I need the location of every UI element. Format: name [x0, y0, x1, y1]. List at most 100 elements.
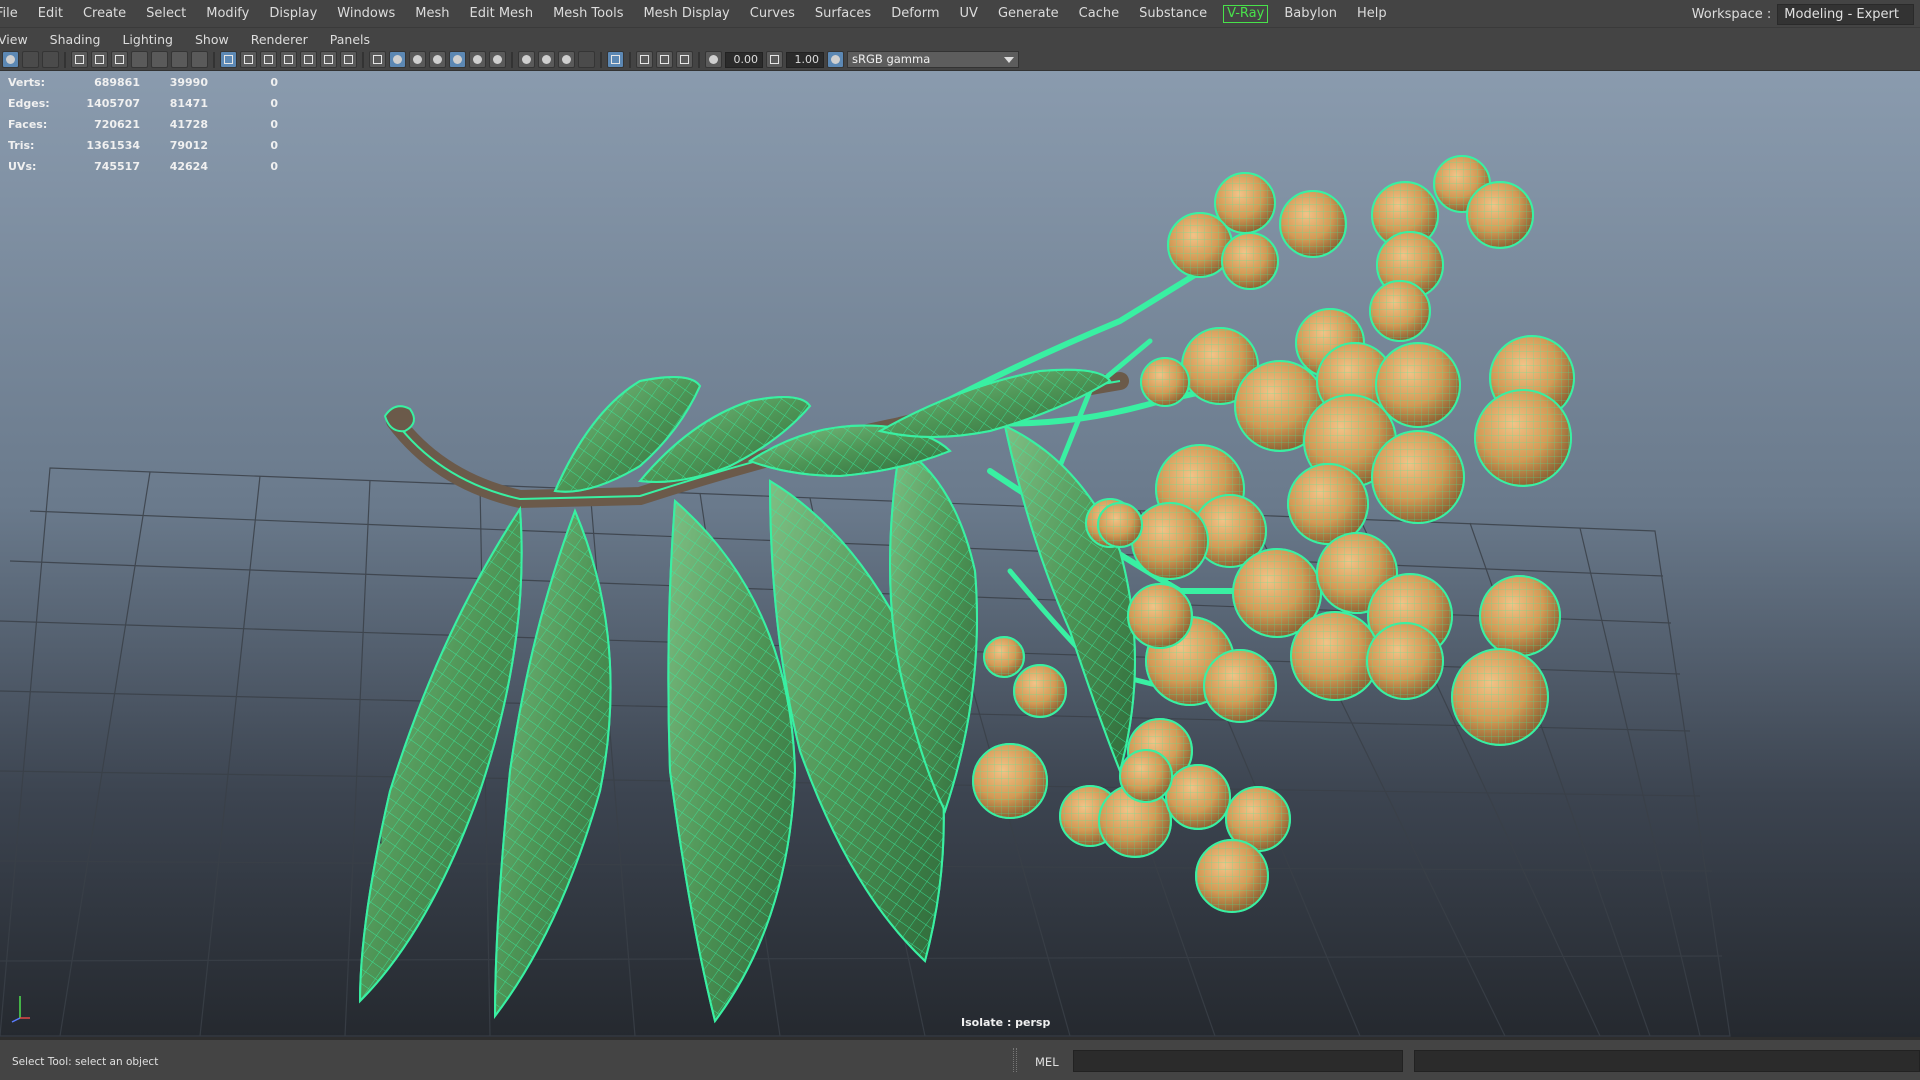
- hud-label: Edges:: [8, 97, 50, 110]
- toolbar-separator: [213, 51, 215, 68]
- menu-select[interactable]: Select: [136, 0, 196, 28]
- safe-action-icon[interactable]: [260, 51, 277, 68]
- field-chart-icon[interactable]: [240, 51, 257, 68]
- textured-icon[interactable]: [449, 51, 466, 68]
- axis-gizmo-icon: [11, 996, 30, 1023]
- panel-menu-renderer[interactable]: Renderer: [240, 32, 319, 47]
- menu-generate[interactable]: Generate: [988, 0, 1069, 28]
- menu-mesh[interactable]: Mesh: [405, 0, 459, 28]
- grid-icon[interactable]: [220, 51, 237, 68]
- camera-icon[interactable]: [71, 51, 88, 68]
- menu-list: File Edit Create Select Modify Display W…: [0, 0, 1397, 28]
- hud-components: 0: [270, 139, 278, 152]
- menu-curves[interactable]: Curves: [740, 0, 805, 28]
- film-gate-icon[interactable]: [91, 51, 108, 68]
- select-camera-icon[interactable]: [2, 51, 19, 68]
- menu-deform[interactable]: Deform: [881, 0, 949, 28]
- shadows-icon[interactable]: [489, 51, 506, 68]
- berry: [1369, 280, 1431, 342]
- resolution-gate-icon[interactable]: [111, 51, 128, 68]
- command-result-field: [1414, 1050, 1920, 1072]
- safe-title-icon[interactable]: [280, 51, 297, 68]
- viewport-camera-label: Isolate : persp: [961, 1016, 1051, 1029]
- gamma-field[interactable]: 1.00: [786, 51, 824, 68]
- hud-components: 0: [270, 76, 278, 89]
- mel-language-toggle[interactable]: MEL: [1035, 1055, 1059, 1069]
- menu-help[interactable]: Help: [1347, 0, 1397, 28]
- menu-display[interactable]: Display: [259, 0, 327, 28]
- bookmark-icon[interactable]: [131, 51, 148, 68]
- isolate-select-icon[interactable]: [607, 51, 624, 68]
- two-d-pan-zoom-icon[interactable]: [171, 51, 188, 68]
- image-plane-icon[interactable]: [151, 51, 168, 68]
- menu-surfaces[interactable]: Surfaces: [805, 0, 881, 28]
- menu-file[interactable]: File: [0, 0, 28, 28]
- hud-components: 0: [270, 118, 278, 131]
- hud-row-uvs: UVs: 745517 42624 0: [8, 156, 278, 177]
- perspective-viewport[interactable]: Isolate : persp: [0, 71, 1920, 1037]
- berry: [1203, 649, 1277, 723]
- panel-menu-shading[interactable]: Shading: [39, 32, 112, 47]
- toolbar-separator: [511, 51, 513, 68]
- wireframe-icon[interactable]: [369, 51, 386, 68]
- wireframe-on-shaded-icon[interactable]: [429, 51, 446, 68]
- gate-mask-icon[interactable]: [300, 51, 317, 68]
- menu-uv[interactable]: UV: [950, 0, 988, 28]
- menu-modify[interactable]: Modify: [196, 0, 259, 28]
- hud-components: 0: [270, 97, 278, 110]
- toolbar-separator: [698, 51, 700, 68]
- panel-menu-view[interactable]: View: [0, 32, 39, 47]
- xray-joints-icon[interactable]: [656, 51, 673, 68]
- menu-substance[interactable]: Substance: [1129, 0, 1217, 28]
- menu-mesh-display[interactable]: Mesh Display: [633, 0, 739, 28]
- hud-total: 1361534: [86, 139, 140, 152]
- grease-pencil-icon[interactable]: [191, 51, 208, 68]
- bookmarks-icon[interactable]: [42, 51, 59, 68]
- text-overlay-icon[interactable]: [340, 51, 357, 68]
- view-transform-dropdown[interactable]: sRGB gamma: [847, 51, 1019, 68]
- berry: [1287, 463, 1369, 545]
- gamma-icon[interactable]: [766, 51, 783, 68]
- menu-edit-mesh[interactable]: Edit Mesh: [460, 0, 544, 28]
- menu-edit[interactable]: Edit: [28, 0, 73, 28]
- toolbar-separator: [629, 51, 631, 68]
- panel-menu-show[interactable]: Show: [184, 32, 240, 47]
- screen-space-ao-icon[interactable]: [518, 51, 535, 68]
- berry: [1165, 764, 1231, 830]
- panel-menu-panels[interactable]: Panels: [319, 32, 381, 47]
- menu-mesh-tools[interactable]: Mesh Tools: [543, 0, 633, 28]
- hud-label: UVs:: [8, 160, 37, 173]
- toolbar-separator: [64, 51, 66, 68]
- menu-babylon[interactable]: Babylon: [1274, 0, 1347, 28]
- workspace-dropdown[interactable]: Modeling - Expert: [1777, 3, 1914, 25]
- film-origin-icon[interactable]: [320, 51, 337, 68]
- hud-total: 1405707: [86, 97, 140, 110]
- xray-icon[interactable]: [636, 51, 653, 68]
- menu-create[interactable]: Create: [73, 0, 136, 28]
- default-material-icon[interactable]: [409, 51, 426, 68]
- hud-components: 0: [270, 160, 278, 173]
- command-input[interactable]: [1073, 1050, 1403, 1072]
- smooth-shade-icon[interactable]: [389, 51, 406, 68]
- status-bar: Select Tool: select an object MEL: [0, 1037, 1920, 1080]
- xray-active-components-icon[interactable]: [676, 51, 693, 68]
- motion-blur-icon[interactable]: [538, 51, 555, 68]
- use-lights-icon[interactable]: [469, 51, 486, 68]
- anti-aliasing-icon[interactable]: [558, 51, 575, 68]
- exposure-field[interactable]: 0.00: [725, 51, 763, 68]
- camera-attributes-icon[interactable]: [22, 51, 39, 68]
- menu-windows[interactable]: Windows: [327, 0, 405, 28]
- berry: [1221, 232, 1279, 290]
- berry: [1127, 583, 1193, 649]
- berry: [1371, 430, 1465, 524]
- berry: [1451, 648, 1549, 746]
- menu-vray[interactable]: V-Ray: [1223, 5, 1269, 23]
- help-line: Select Tool: select an object: [12, 1056, 159, 1068]
- berry: [1097, 502, 1143, 548]
- panel-menu-lighting[interactable]: Lighting: [111, 32, 184, 47]
- berry: [1119, 749, 1173, 803]
- exposure-icon[interactable]: [705, 51, 722, 68]
- depth-of-field-icon[interactable]: [578, 51, 595, 68]
- menu-cache[interactable]: Cache: [1069, 0, 1129, 28]
- color-management-icon[interactable]: [827, 51, 844, 68]
